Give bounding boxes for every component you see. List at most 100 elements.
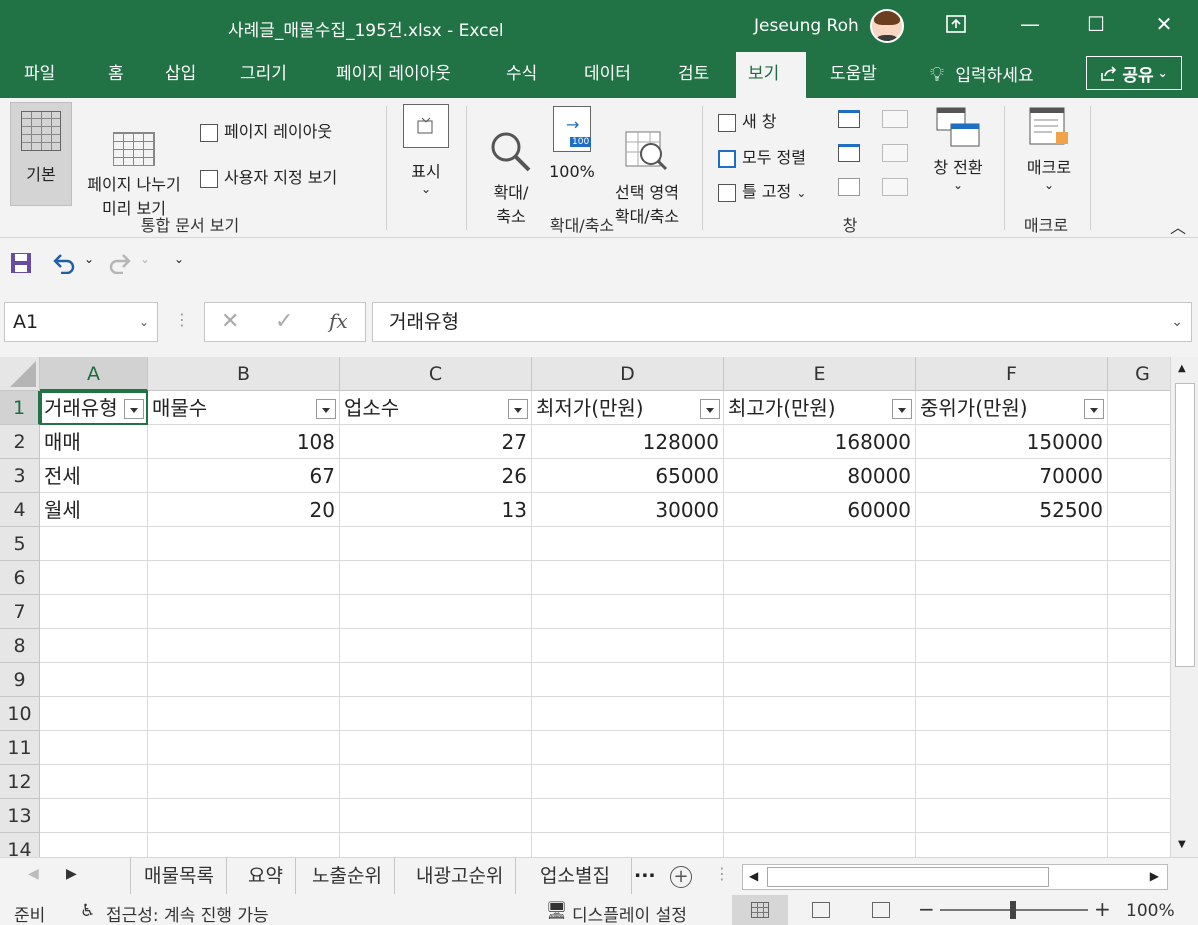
- cell-g10[interactable]: [1108, 697, 1170, 731]
- cell-c9[interactable]: [340, 663, 532, 697]
- cell-f3[interactable]: 70000: [916, 459, 1108, 493]
- cell-b12[interactable]: [148, 765, 340, 799]
- cell-f4[interactable]: 52500: [916, 493, 1108, 527]
- zoom-100-button[interactable]: → 100 100%: [546, 106, 598, 181]
- name-box[interactable]: A1 ⌄: [4, 302, 158, 342]
- view-side-by-side-icon[interactable]: [882, 110, 908, 128]
- cell-b9[interactable]: [148, 663, 340, 697]
- more-sheets-button[interactable]: ...: [634, 860, 656, 882]
- cell-e10[interactable]: [724, 697, 916, 731]
- tab-insert[interactable]: 삽입: [153, 52, 208, 98]
- save-icon[interactable]: [10, 252, 32, 274]
- row-header-2[interactable]: 2: [0, 425, 40, 459]
- row-header-9[interactable]: 9: [0, 663, 40, 697]
- tab-page-layout[interactable]: 페이지 레이아웃: [324, 52, 463, 98]
- row-header-11[interactable]: 11: [0, 731, 40, 765]
- synchronous-scrolling-icon[interactable]: [882, 144, 908, 162]
- cell-g1[interactable]: [1108, 391, 1170, 425]
- column-header-b[interactable]: B: [148, 357, 340, 391]
- prev-sheet-icon[interactable]: ◀: [28, 866, 39, 882]
- cell-c3[interactable]: 26: [340, 459, 532, 493]
- cell-a5[interactable]: [40, 527, 148, 561]
- scroll-left-icon[interactable]: ◀: [749, 869, 758, 883]
- cell-e3[interactable]: 80000: [724, 459, 916, 493]
- vertical-scroll-thumb[interactable]: [1175, 383, 1195, 667]
- column-header-e[interactable]: E: [724, 357, 916, 391]
- filter-dropdown-icon[interactable]: [124, 399, 144, 419]
- cell-a14[interactable]: [40, 833, 148, 857]
- row-header-6[interactable]: 6: [0, 561, 40, 595]
- cell-a12[interactable]: [40, 765, 148, 799]
- chevron-down-icon[interactable]: ⌄: [84, 252, 94, 266]
- cell-f9[interactable]: [916, 663, 1108, 697]
- row-header-5[interactable]: 5: [0, 527, 40, 561]
- cell-b10[interactable]: [148, 697, 340, 731]
- sheet-tab-listings[interactable]: 매물목록: [132, 858, 227, 894]
- normal-view-status-button[interactable]: [732, 895, 788, 925]
- user-name[interactable]: Jeseung Roh: [754, 16, 859, 36]
- row-header-10[interactable]: 10: [0, 697, 40, 731]
- custom-views-button[interactable]: 사용자 지정 보기: [200, 164, 337, 188]
- customize-toolbar-icon[interactable]: ⌄: [174, 252, 184, 266]
- cell-g7[interactable]: [1108, 595, 1170, 629]
- undo-icon[interactable]: [52, 252, 76, 274]
- row-header-8[interactable]: 8: [0, 629, 40, 663]
- tab-data[interactable]: 데이터: [572, 52, 643, 98]
- cell-e5[interactable]: [724, 527, 916, 561]
- horizontal-scrollbar[interactable]: ◀ ▶: [742, 864, 1168, 890]
- redo-icon[interactable]: [108, 252, 132, 274]
- cell-c1[interactable]: 업소수: [340, 391, 532, 425]
- cell-f8[interactable]: [916, 629, 1108, 663]
- page-break-status-icon[interactable]: [872, 902, 890, 918]
- filter-dropdown-icon[interactable]: [316, 399, 336, 419]
- chevron-down-icon[interactable]: ⌄: [139, 303, 149, 341]
- display-settings[interactable]: 디스플레이 설정: [572, 901, 687, 925]
- scroll-down-icon[interactable]: ▼: [1178, 839, 1186, 850]
- new-window-button[interactable]: 새 창: [718, 108, 777, 132]
- add-sheet-icon[interactable]: +: [670, 866, 692, 888]
- cell-f14[interactable]: [916, 833, 1108, 857]
- cell-d1[interactable]: 최저가(만원): [532, 391, 724, 425]
- cancel-icon[interactable]: ✕: [221, 309, 239, 334]
- filter-dropdown-icon[interactable]: [700, 399, 720, 419]
- cell-c10[interactable]: [340, 697, 532, 731]
- scroll-right-icon[interactable]: ▶: [1150, 869, 1159, 883]
- tab-home[interactable]: 홈: [96, 52, 136, 98]
- next-sheet-icon[interactable]: ▶: [66, 866, 77, 882]
- cell-a8[interactable]: [40, 629, 148, 663]
- cell-b7[interactable]: [148, 595, 340, 629]
- cell-c2[interactable]: 27: [340, 425, 532, 459]
- cell-e12[interactable]: [724, 765, 916, 799]
- sheet-tab-exposure-rank[interactable]: 노출순위: [300, 858, 395, 894]
- normal-view-button[interactable]: 기본: [10, 102, 72, 206]
- cell-f7[interactable]: [916, 595, 1108, 629]
- unhide-window-icon[interactable]: [838, 178, 860, 196]
- tab-review[interactable]: 검토: [666, 52, 721, 98]
- sheet-tab-by-agency[interactable]: 업소별집: [528, 858, 632, 894]
- cell-d6[interactable]: [532, 561, 724, 595]
- freeze-panes-button[interactable]: 틀 고정 ⌄: [718, 178, 806, 202]
- cell-c13[interactable]: [340, 799, 532, 833]
- sheet-tab-summary[interactable]: 요약: [236, 858, 296, 894]
- tell-me-search[interactable]: 💡︎ 입력하세요: [918, 52, 1046, 98]
- cell-a3[interactable]: 전세: [40, 459, 148, 493]
- cell-g8[interactable]: [1108, 629, 1170, 663]
- column-header-f[interactable]: F: [916, 357, 1108, 391]
- cell-c11[interactable]: [340, 731, 532, 765]
- cell-d2[interactable]: 128000: [532, 425, 724, 459]
- filter-dropdown-icon[interactable]: [892, 399, 912, 419]
- row-header-13[interactable]: 13: [0, 799, 40, 833]
- row-header-14[interactable]: 14: [0, 833, 40, 857]
- cell-a7[interactable]: [40, 595, 148, 629]
- zoom-level[interactable]: 100%: [1126, 901, 1175, 921]
- display-icon[interactable]: 🖥︎: [546, 901, 568, 921]
- cell-c14[interactable]: [340, 833, 532, 857]
- close-button[interactable]: ✕: [1146, 8, 1182, 40]
- column-header-g[interactable]: G: [1108, 357, 1170, 391]
- share-button[interactable]: 공유 ⌄: [1086, 56, 1182, 90]
- cell-g9[interactable]: [1108, 663, 1170, 697]
- accessibility-status[interactable]: 접근성: 계속 진행 가능: [106, 901, 269, 925]
- cell-d10[interactable]: [532, 697, 724, 731]
- ribbon-display-options-button[interactable]: [938, 8, 974, 40]
- tab-draw[interactable]: 그리기: [228, 52, 299, 98]
